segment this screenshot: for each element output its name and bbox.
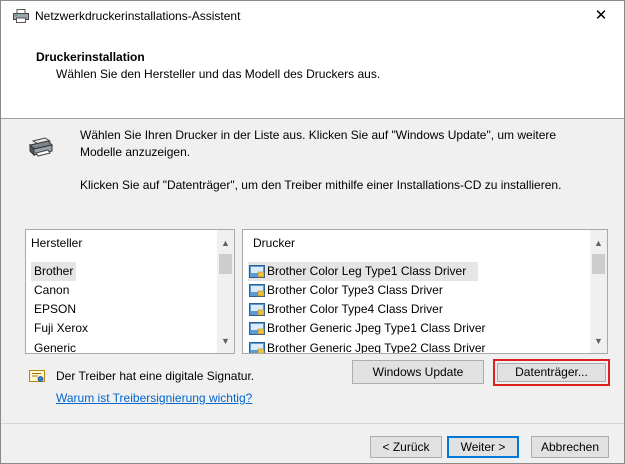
driver-icon <box>249 284 265 297</box>
list-item[interactable]: Brother <box>31 262 77 281</box>
list-item[interactable]: Brother Color Type3 Class Driver <box>248 281 478 300</box>
scroll-down-icon[interactable]: ▼ <box>217 333 234 350</box>
list-item[interactable]: Brother Generic Jpeg Type1 Class Driver <box>248 319 498 338</box>
windows-update-button[interactable]: Windows Update <box>352 360 484 384</box>
printer-list-header: Drucker <box>253 236 296 250</box>
scroll-down-icon[interactable]: ▼ <box>590 333 607 350</box>
window-title: Netzwerkdruckerinstallations-Assistent <box>35 9 241 23</box>
scroll-thumb[interactable] <box>219 254 232 274</box>
printer-scrollbar[interactable]: ▲ ▼ <box>590 230 607 353</box>
footer-separator <box>1 423 624 424</box>
printer-list[interactable]: Drucker Brother Color Leg Type1 Class Dr… <box>242 229 608 354</box>
driver-icon <box>249 342 265 353</box>
scroll-up-icon[interactable]: ▲ <box>590 235 607 252</box>
back-button[interactable]: < Zurück <box>370 436 442 458</box>
certificate-icon <box>29 370 45 382</box>
list-item[interactable]: Canon <box>34 281 69 300</box>
list-item[interactable]: Fuji Xerox <box>34 319 88 338</box>
list-item[interactable]: Brother Color Leg Type1 Class Driver <box>248 262 478 281</box>
printer-name: Brother Color Type4 Class Driver <box>267 302 443 316</box>
page-title: Druckerinstallation <box>36 50 145 64</box>
close-button[interactable]: ✕ <box>578 1 624 31</box>
have-disk-button[interactable]: Datenträger... <box>493 359 610 386</box>
manufacturer-scrollbar[interactable]: ▲ ▼ <box>217 230 234 353</box>
driver-icon <box>249 322 265 335</box>
manufacturer-list[interactable]: Hersteller Brother Canon EPSON Fuji Xero… <box>25 229 235 354</box>
info-text-disk: Klicken Sie auf "Datenträger", um den Tr… <box>80 178 562 192</box>
signature-status: Der Treiber hat eine digitale Signatur. <box>56 369 255 383</box>
title-bar: Netzwerkdruckerinstallations-Assistent ✕ <box>1 1 624 31</box>
page-subtitle: Wählen Sie den Hersteller und das Modell… <box>56 67 381 81</box>
printer-name: Brother Color Type3 Class Driver <box>267 283 443 297</box>
printer-icon <box>13 9 29 23</box>
list-item[interactable]: Generic <box>34 339 76 353</box>
info-text: Wählen Sie Ihren Drucker in der Liste au… <box>80 128 557 159</box>
printer-icon <box>29 137 53 157</box>
manufacturer-list-header: Hersteller <box>31 236 83 250</box>
list-item[interactable]: EPSON <box>34 300 76 319</box>
scroll-up-icon[interactable]: ▲ <box>217 235 234 252</box>
next-button[interactable]: Weiter > <box>447 436 519 458</box>
close-icon: ✕ <box>594 7 608 24</box>
list-item[interactable]: Brother Generic Jpeg Type2 Class Driver <box>248 339 498 354</box>
list-item[interactable]: Brother Color Type4 Class Driver <box>248 300 478 319</box>
printer-name: Brother Generic Jpeg Type1 Class Driver <box>267 321 486 335</box>
scroll-thumb[interactable] <box>592 254 605 274</box>
driver-icon <box>249 265 265 278</box>
printer-name: Brother Color Leg Type1 Class Driver <box>267 264 467 278</box>
driver-icon <box>249 303 265 316</box>
printer-name: Brother Generic Jpeg Type2 Class Driver <box>267 341 486 354</box>
wizard-header: Druckerinstallation Wählen Sie den Herst… <box>1 31 624 119</box>
cancel-button[interactable]: Abbrechen <box>531 436 609 458</box>
signature-help-link[interactable]: Warum ist Treibersignierung wichtig? <box>56 391 252 405</box>
dialog-window: Netzwerkdruckerinstallations-Assistent ✕… <box>0 0 625 464</box>
